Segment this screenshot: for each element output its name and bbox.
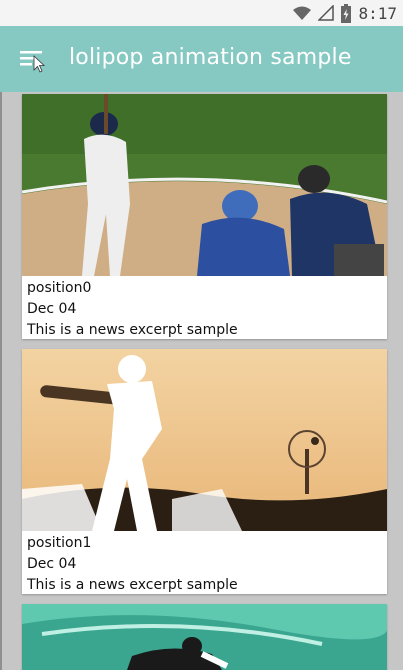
news-card[interactable]: position1 Dec 04 This is a news excerpt … bbox=[22, 349, 387, 594]
card-date: Dec 04 bbox=[27, 301, 77, 317]
card-title: position0 bbox=[27, 280, 92, 296]
card-date: Dec 04 bbox=[27, 556, 77, 572]
status-bar: 8:17 bbox=[0, 0, 403, 26]
surfer-wave-photo bbox=[22, 604, 387, 670]
drawer-edge bbox=[0, 92, 2, 670]
card-title: position1 bbox=[27, 535, 92, 551]
card-excerpt: This is a news excerpt sample bbox=[27, 577, 238, 593]
hamburger-menu-icon[interactable] bbox=[18, 44, 48, 74]
news-card[interactable]: position0 Dec 04 This is a news excerpt … bbox=[22, 94, 387, 339]
app-bar: lolipop animation sample bbox=[0, 26, 403, 92]
news-card[interactable] bbox=[22, 604, 387, 670]
battery-icon bbox=[341, 3, 352, 23]
cell-signal-icon bbox=[318, 5, 335, 21]
status-time: 8:17 bbox=[358, 3, 397, 23]
card-excerpt: This is a news excerpt sample bbox=[27, 322, 238, 338]
batter-silhouette-sunset-photo bbox=[22, 349, 387, 531]
baseball-batter-catcher-umpire-photo bbox=[22, 94, 387, 276]
app-title: lolipop animation sample bbox=[69, 45, 352, 70]
wifi-icon bbox=[293, 6, 312, 20]
